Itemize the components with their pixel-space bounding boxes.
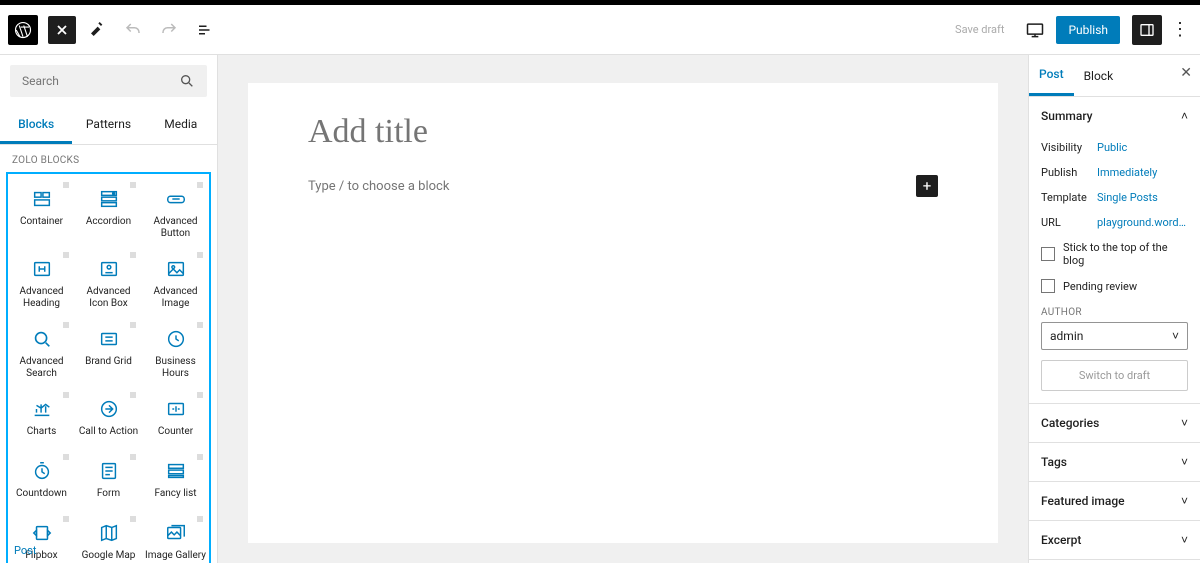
block-advanced-icon-box[interactable]: Advanced Icon Box (75, 248, 142, 318)
list-icon (165, 460, 187, 482)
panel-excerpt-toggle[interactable]: Excerpt˅ (1029, 521, 1200, 559)
block-appender: Type / to choose a block + (308, 175, 938, 197)
settings-toggle-button[interactable] (1132, 15, 1162, 45)
panel-tags-toggle[interactable]: Tags˅ (1029, 443, 1200, 481)
preview-button[interactable] (1020, 15, 1050, 45)
panel-featured-image-toggle[interactable]: Featured image˅ (1029, 482, 1200, 520)
countdown-icon (31, 460, 53, 482)
map-icon (98, 522, 120, 544)
block-brand-grid[interactable]: Brand Grid (75, 318, 142, 388)
block-search (10, 65, 207, 97)
counter-icon (165, 398, 187, 420)
flipbox-icon (31, 522, 53, 544)
editor-canvas: Type / to choose a block + (218, 55, 1028, 563)
chevron-down-icon: ˅ (1181, 455, 1188, 469)
editor-toolbar: Save draft Publish ⋮ (0, 5, 1200, 55)
switch-to-draft-button[interactable]: Switch to draft (1041, 360, 1188, 391)
chart-icon (31, 398, 53, 420)
more-options-button[interactable]: ⋮ (1168, 15, 1192, 45)
save-draft-button[interactable]: Save draft (955, 23, 1004, 36)
document-overview-button[interactable] (190, 15, 220, 45)
sidebar-tab-block[interactable]: Block (1074, 57, 1124, 95)
sidebar-tab-post[interactable]: Post (1029, 55, 1074, 96)
redo-button[interactable] (154, 15, 184, 45)
block-image-gallery[interactable]: Image Gallery (142, 512, 209, 563)
url-value[interactable]: playground.wordpress... (1097, 216, 1188, 229)
close-inserter-button[interactable] (48, 16, 76, 44)
chevron-up-icon: ˄ (1181, 109, 1188, 123)
block-form[interactable]: Form (75, 450, 142, 512)
block-inserter-panel: Blocks Patterns Media ZOLO BLOCKS Contai… (0, 55, 218, 563)
undo-button[interactable] (118, 15, 148, 45)
block-accordion[interactable]: Accordion (75, 178, 142, 248)
cta-icon (98, 398, 120, 420)
tab-media[interactable]: Media (145, 107, 217, 144)
chevron-down-icon: ˅ (1181, 416, 1188, 430)
block-google-map[interactable]: Google Map (75, 512, 142, 563)
block-advanced-image[interactable]: Advanced Image (142, 248, 209, 318)
block-category-label: ZOLO BLOCKS (0, 145, 217, 172)
clock-icon (165, 328, 187, 350)
add-block-button[interactable]: + (916, 175, 938, 197)
block-charts[interactable]: Charts (8, 388, 75, 450)
author-select[interactable]: admin˅ (1041, 322, 1188, 350)
accordion-icon (98, 188, 120, 210)
wordpress-logo[interactable] (8, 15, 38, 45)
block-advanced-heading[interactable]: Advanced Heading (8, 248, 75, 318)
search-icon (179, 73, 195, 89)
gallery-icon (165, 522, 187, 544)
publish-value[interactable]: Immediately (1097, 166, 1188, 179)
inserter-tabs: Blocks Patterns Media (0, 107, 217, 145)
breadcrumb[interactable]: Post (14, 544, 36, 557)
block-fancy-list[interactable]: Fancy list (142, 450, 209, 512)
search-block-icon (31, 328, 53, 350)
icon-box-icon (98, 258, 120, 280)
visibility-value[interactable]: Public (1097, 141, 1188, 154)
button-icon (165, 188, 187, 210)
edit-icon[interactable] (82, 15, 112, 45)
panel-categories-toggle[interactable]: Categories˅ (1029, 404, 1200, 442)
chevron-down-icon: ˅ (1172, 329, 1179, 343)
post-title-input[interactable] (308, 113, 938, 151)
tab-blocks[interactable]: Blocks (0, 107, 72, 144)
chevron-down-icon: ˅ (1181, 494, 1188, 508)
block-business-hours[interactable]: Business Hours (142, 318, 209, 388)
image-icon (165, 258, 187, 280)
block-container[interactable]: Container (8, 178, 75, 248)
publish-button[interactable]: Publish (1056, 16, 1120, 44)
block-advanced-button[interactable]: Advanced Button (142, 178, 209, 248)
tab-patterns[interactable]: Patterns (72, 107, 144, 144)
search-input[interactable] (22, 74, 179, 88)
brand-grid-icon (98, 328, 120, 350)
sticky-checkbox[interactable]: Stick to the top of the blog (1041, 235, 1188, 273)
block-counter[interactable]: Counter (142, 388, 209, 450)
template-value[interactable]: Single Posts (1097, 191, 1188, 204)
block-call-to-action[interactable]: Call to Action (75, 388, 142, 450)
pending-checkbox[interactable]: Pending review (1041, 273, 1188, 299)
panel-summary-toggle[interactable]: Summary ˄ (1029, 97, 1200, 135)
chevron-down-icon: ˅ (1181, 533, 1188, 547)
zolo-blocks-grid: Container Accordion Advanced Button Adva… (6, 172, 211, 563)
close-sidebar-button[interactable]: ✕ (1180, 65, 1192, 81)
block-countdown[interactable]: Countdown (8, 450, 75, 512)
heading-icon (31, 258, 53, 280)
form-icon (98, 460, 120, 482)
block-advanced-search[interactable]: Advanced Search (8, 318, 75, 388)
settings-sidebar: Post Block ✕ Summary ˄ VisibilityPublic … (1028, 55, 1200, 563)
block-prompt-text[interactable]: Type / to choose a block (308, 179, 449, 194)
container-icon (31, 188, 53, 210)
